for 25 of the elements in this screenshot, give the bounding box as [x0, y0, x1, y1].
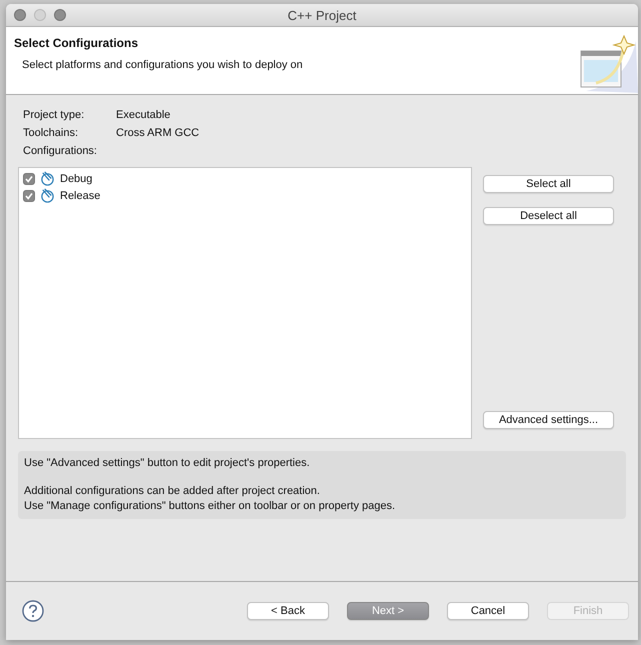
info-text: Use "Manage configurations" buttons either on toolbar or on property pages. [24, 499, 396, 514]
info-text: Use "Advanced settings" button to edit project's properties. [24, 456, 311, 471]
info-text: Additional configurations can be added after project creation. [24, 484, 321, 499]
property-label: Configurations: [23, 145, 98, 157]
page-description: Select platforms and configurations you wish to deploy on [21, 59, 303, 71]
window-title: C++ Project [288, 8, 356, 22]
dialog-button[interactable]: < Back [247, 602, 329, 620]
dialog-button[interactable]: Cancel [447, 602, 529, 620]
configuration-name[interactable]: Release [60, 190, 100, 202]
configuration-icon [40, 171, 55, 186]
side-button[interactable]: Select all [483, 175, 614, 193]
configuration-icon [40, 188, 55, 203]
property-label: Toolchains: [23, 127, 80, 139]
checkbox[interactable] [23, 172, 35, 184]
property-value: Executable [116, 109, 172, 121]
configuration-name[interactable]: Debug [60, 172, 92, 184]
property-value: Cross ARM GCC [116, 127, 200, 139]
page-title: Select Configurations [14, 36, 140, 50]
help-icon[interactable] [22, 600, 44, 622]
advanced-settings-button[interactable]: Advanced settings... [483, 411, 614, 429]
zoom-button[interactable] [54, 9, 66, 21]
side-button[interactable]: Deselect all [483, 207, 614, 225]
property-label: Project type: [23, 109, 86, 121]
close-button[interactable] [14, 9, 26, 21]
checkbox[interactable] [23, 190, 35, 202]
